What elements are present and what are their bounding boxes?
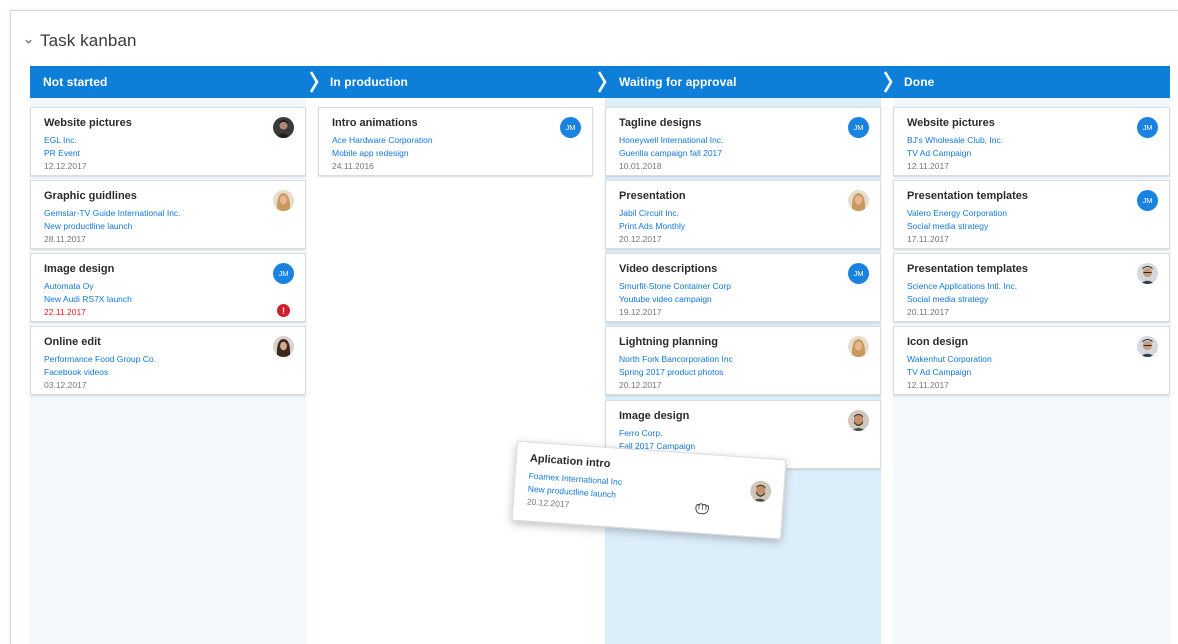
avatar-brunette-woman[interactable] — [273, 336, 294, 357]
card-project-link[interactable]: Guerilla campaign fall 2017 — [619, 148, 722, 158]
column-header-not-started[interactable]: Not started — [43, 66, 107, 98]
task-card[interactable]: Presentation templates Valero Energy Cor… — [893, 180, 1170, 249]
card-title: Online edit — [44, 336, 101, 348]
avatar-man-glasses[interactable] — [1137, 336, 1158, 357]
avatar-blonde-woman[interactable] — [848, 336, 869, 357]
avatar-dark-man[interactable] — [273, 117, 294, 138]
card-title: Tagline designs — [619, 117, 702, 129]
card-title: Image design — [619, 410, 690, 422]
card-project-link[interactable]: Print Ads Monthly — [619, 221, 685, 231]
card-project-link[interactable]: TV Ad Campaign — [907, 367, 971, 377]
task-card[interactable]: Video descriptions Smurfit-Stone Contain… — [605, 253, 881, 322]
chevron-right-icon — [597, 71, 607, 93]
card-company-link[interactable]: Smurfit-Stone Container Corp — [619, 281, 731, 291]
card-company-link[interactable]: Gemstar-TV Guide International Inc. — [44, 208, 181, 218]
task-card[interactable]: Presentation Jabil Circuit Inc. Print Ad… — [605, 180, 881, 249]
avatar-blonde-woman[interactable] — [848, 190, 869, 211]
card-date: 12.12.2017 — [44, 161, 87, 171]
task-card[interactable]: Intro animations Ace Hardware Corporatio… — [318, 107, 593, 176]
card-title: Lightning planning — [619, 336, 718, 348]
card-date-overdue: 22.11.2017 — [44, 307, 86, 317]
card-company-link[interactable]: Valero Energy Corporation — [907, 208, 1007, 218]
task-card[interactable]: Presentation templates Science Applicati… — [893, 253, 1170, 322]
card-company-link[interactable]: BJ's Wholesale Club, Inc. — [907, 135, 1003, 145]
avatar-initials[interactable]: JM — [273, 263, 294, 284]
card-date: 20.12.2017 — [619, 234, 662, 244]
card-company-link[interactable]: Wakenhut Corporation — [907, 354, 992, 364]
avatar-man-glasses[interactable] — [1137, 263, 1158, 284]
task-card[interactable]: Online edit Performance Food Group Co. F… — [30, 326, 306, 395]
task-card[interactable]: Graphic guidlines Gemstar-TV Guide Inter… — [30, 180, 306, 249]
column-header-in-production[interactable]: In production — [330, 66, 408, 98]
task-card[interactable]: Website pictures BJ's Wholesale Club, In… — [893, 107, 1170, 176]
card-date: 20.12.2017 — [526, 496, 570, 510]
card-company-link[interactable]: North Fork Bancorporation Inc — [619, 354, 733, 364]
task-card[interactable]: Lightning planning North Fork Bancorpora… — [605, 326, 881, 395]
card-title: Video descriptions — [619, 263, 718, 275]
card-project-link[interactable]: Social media strategy — [907, 294, 988, 304]
card-date: 03.12.2017 — [44, 380, 87, 390]
chevron-right-icon — [309, 71, 319, 93]
card-project-link[interactable]: Spring 2017 product photos — [619, 367, 723, 377]
avatar-initials[interactable]: JM — [1137, 190, 1158, 211]
card-title: Intro animations — [332, 117, 418, 129]
card-company-link[interactable]: EGL Inc. — [44, 135, 77, 145]
task-card[interactable]: Website pictures EGL Inc. PR Event 12.12… — [30, 107, 306, 176]
card-company-link[interactable]: Science Applications Intl. Inc. — [907, 281, 1017, 291]
column-header-waiting-for-approval[interactable]: Waiting for approval — [619, 66, 737, 98]
avatar-blonde-woman[interactable] — [273, 190, 294, 211]
avatar-bearded-man[interactable] — [848, 410, 869, 431]
card-date: 10.01.2018 — [619, 161, 662, 171]
section-toggle[interactable]: Task kanban — [24, 31, 137, 51]
chevron-down-icon — [25, 39, 32, 44]
card-title: Presentation — [619, 190, 686, 202]
card-project-link[interactable]: TV Ad Campaign — [907, 148, 971, 158]
card-title: Presentation templates — [907, 263, 1029, 275]
card-project-link[interactable]: Youtube video campaign — [619, 294, 712, 304]
card-title: Presentation templates — [907, 190, 1029, 202]
card-title: Icon design — [907, 336, 969, 348]
grab-hand-icon — [695, 503, 709, 515]
card-date: 12.11.2017 — [907, 380, 949, 390]
task-card[interactable]: Tagline designs Honeywell International … — [605, 107, 881, 176]
card-company-link[interactable]: Ace Hardware Corporation — [332, 135, 433, 145]
card-project-link[interactable]: Facebook videos — [44, 367, 108, 377]
avatar-bearded-man[interactable] — [749, 480, 772, 503]
card-date: 24.11.2016 — [332, 161, 374, 171]
card-date: 19.12.2017 — [619, 307, 662, 317]
card-title: Aplication intro — [529, 452, 611, 471]
card-date: 12.11.2017 — [907, 161, 949, 171]
section-title: Task kanban — [40, 31, 137, 50]
avatar-initials[interactable]: JM — [560, 117, 581, 138]
card-project-link[interactable]: Social media strategy — [907, 221, 988, 231]
avatar-initials[interactable]: JM — [848, 117, 869, 138]
avatar-initials[interactable]: JM — [1137, 117, 1158, 138]
card-date: 17.11.2017 — [907, 234, 949, 244]
card-company-link[interactable]: Honeywell International Inc. — [619, 135, 723, 145]
card-project-link[interactable]: PR Event — [44, 148, 80, 158]
task-card[interactable]: Icon design Wakenhut Corporation TV Ad C… — [893, 326, 1170, 395]
task-card[interactable]: Image design Automata Oy New Audi RS7X l… — [30, 253, 306, 322]
exclamation-icon: ! — [277, 304, 290, 317]
card-company-link[interactable]: Performance Food Group Co. — [44, 354, 156, 364]
chevron-right-icon — [883, 71, 893, 93]
avatar-initials[interactable]: JM — [848, 263, 869, 284]
card-date: 20.12.2017 — [619, 380, 662, 390]
card-company-link[interactable]: Ferro Corp. — [619, 428, 662, 438]
card-date: 28.11.2017 — [44, 234, 86, 244]
card-title: Website pictures — [907, 117, 995, 129]
card-date: 20.11.2017 — [907, 307, 949, 317]
card-title: Graphic guidlines — [44, 190, 137, 202]
card-project-link[interactable]: New productline launch — [44, 221, 132, 231]
card-project-link[interactable]: New Audi RS7X launch — [44, 294, 132, 304]
card-title: Image design — [44, 263, 115, 275]
column-in-production-area — [318, 98, 593, 644]
kanban-header: Not started In production Waiting for ap… — [30, 66, 1170, 98]
card-title: Website pictures — [44, 117, 132, 129]
card-company-link[interactable]: Jabil Circuit Inc. — [619, 208, 679, 218]
card-project-link[interactable]: Mobile app redesign — [332, 148, 409, 158]
column-header-done[interactable]: Done — [904, 66, 934, 98]
card-company-link[interactable]: Automata Oy — [44, 281, 94, 291]
